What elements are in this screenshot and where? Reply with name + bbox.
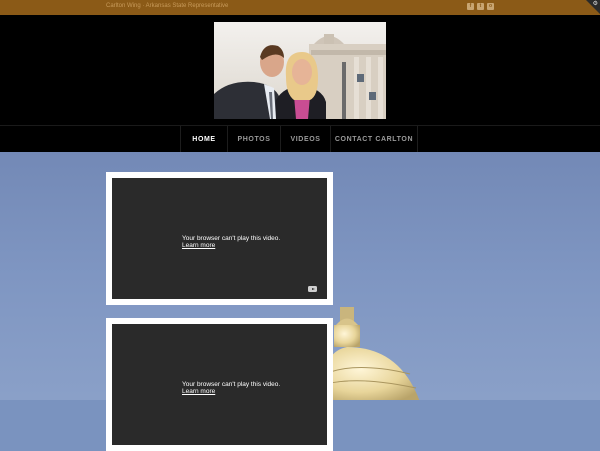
video-player[interactable]: Your browser can't play this video. Lear… (112, 324, 327, 445)
site-header (0, 15, 600, 125)
nav-item-contact[interactable]: CONTACT CARLTON (330, 126, 418, 153)
site-tagline: Carlton Wing · Arkansas State Representa… (106, 3, 229, 9)
video-embed[interactable]: Your browser can't play this video. Lear… (106, 318, 333, 451)
video-error-message: Your browser can't play this video. (182, 235, 281, 242)
social-links: f t o (467, 3, 494, 10)
nav-item-home[interactable]: HOME (180, 126, 227, 154)
facebook-icon[interactable]: f (467, 3, 474, 10)
instagram-icon[interactable]: o (487, 3, 494, 10)
nav-item-videos[interactable]: VIDEOS (280, 126, 330, 153)
header-photo (214, 22, 386, 119)
gear-icon[interactable]: ⚙ (593, 1, 598, 7)
main-nav: HOME PHOTOS VIDEOS CONTACT CARLTON (0, 125, 600, 154)
youtube-icon[interactable] (308, 286, 317, 292)
video-player[interactable]: Your browser can't play this video. Lear… (112, 178, 327, 299)
twitter-icon[interactable]: t (477, 3, 484, 10)
learn-more-link[interactable]: Learn more (182, 242, 280, 249)
nav-item-photos[interactable]: PHOTOS (227, 126, 280, 153)
top-bar: Carlton Wing · Arkansas State Representa… (0, 0, 600, 15)
learn-more-link[interactable]: Learn more (182, 388, 280, 395)
video-embed[interactable]: Your browser can't play this video. Lear… (106, 172, 333, 305)
video-error-message: Your browser can't play this video. (182, 381, 281, 388)
